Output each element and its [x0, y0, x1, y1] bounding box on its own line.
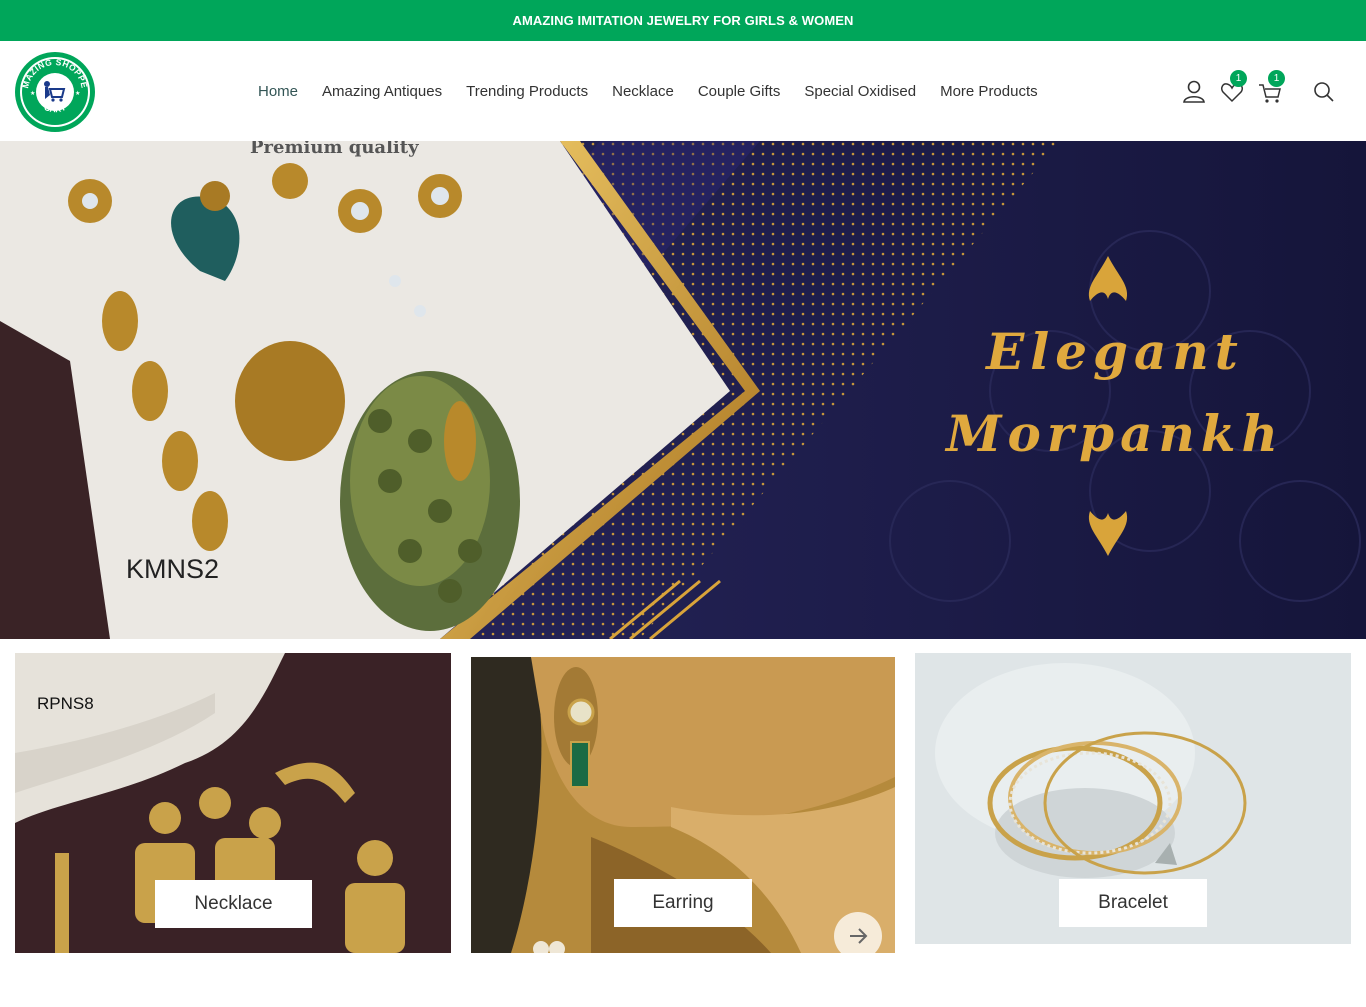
- nav-item-necklace[interactable]: Necklace: [612, 83, 674, 100]
- announcement-bar: AMAZING IMITATION JEWELRY FOR GIRLS & WO…: [0, 0, 1366, 41]
- nav-item-couple-gifts[interactable]: Couple Gifts: [698, 83, 781, 100]
- category-card-necklace[interactable]: RPNS8 Necklace: [15, 653, 451, 953]
- nav-item-special-oxidised[interactable]: Special Oxidised: [804, 83, 916, 100]
- wishlist-button[interactable]: 1: [1218, 70, 1247, 106]
- hero-image: Premium quality KMNS2 Elegant Morpankh: [0, 141, 1366, 639]
- hero-headline-line2: Morpankh: [944, 404, 1284, 463]
- main-nav: Home Amazing Antiques Trending Products …: [246, 41, 1050, 141]
- category-button-bracelet[interactable]: Bracelet: [1059, 879, 1207, 927]
- nav-item-more-products[interactable]: More Products: [940, 83, 1038, 100]
- nav-item-home[interactable]: Home: [258, 83, 298, 100]
- search-icon: [1314, 82, 1334, 102]
- nav-item-amazing-antiques[interactable]: Amazing Antiques: [322, 83, 442, 100]
- necklace-product-code: RPNS8: [37, 694, 94, 713]
- category-button-earring[interactable]: Earring: [614, 879, 752, 927]
- account-button[interactable]: [1180, 78, 1208, 106]
- logo-icon: AMAZING SHOPPER CART ★ ★: [11, 43, 95, 132]
- search-button[interactable]: [1310, 78, 1338, 106]
- site-header: AMAZING SHOPPER CART ★ ★ Home Amazing An…: [0, 41, 1366, 141]
- category-card-earring[interactable]: Earring: [471, 657, 895, 953]
- cart-count-badge: 1: [1268, 70, 1285, 87]
- category-button-necklace[interactable]: Necklace: [155, 880, 312, 928]
- brand-logo[interactable]: AMAZING SHOPPER CART ★ ★: [11, 43, 96, 133]
- user-icon: [1183, 80, 1205, 103]
- svg-text:★: ★: [30, 90, 35, 97]
- arrow-right-icon: [850, 928, 868, 944]
- hero-headline-line1: Elegant: [984, 322, 1244, 381]
- hero-product-code: KMNS2: [126, 554, 219, 584]
- nav-item-trending-products[interactable]: Trending Products: [466, 83, 588, 100]
- announcement-text: AMAZING IMITATION JEWELRY FOR GIRLS & WO…: [512, 13, 854, 28]
- cart-button[interactable]: 1: [1256, 70, 1285, 106]
- category-card-bracelet[interactable]: Bracelet: [915, 653, 1351, 944]
- hero-banner[interactable]: Premium quality KMNS2 Elegant Morpankh: [0, 141, 1366, 639]
- hero-top-text: Premium quality: [250, 141, 419, 158]
- carousel-next-button[interactable]: [834, 912, 882, 953]
- svg-text:★: ★: [75, 90, 80, 97]
- wishlist-count-badge: 1: [1230, 70, 1247, 87]
